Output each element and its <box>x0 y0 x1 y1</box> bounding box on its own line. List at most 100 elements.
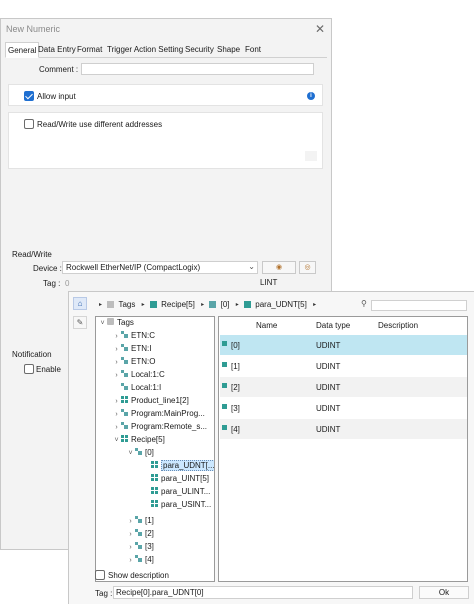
column-header-data-type[interactable]: Data type <box>316 321 350 330</box>
tag-value[interactable]: 0 <box>65 279 69 288</box>
rw-different-checkbox[interactable] <box>24 119 34 129</box>
tab-security[interactable]: Security <box>183 42 216 58</box>
chevron-right-icon[interactable]: › <box>112 396 121 408</box>
tree-node-recipe-4[interactable]: › [4] <box>126 554 154 566</box>
tab-data-entry[interactable]: Data Entry <box>36 42 78 58</box>
tree-node-label: [1] <box>145 516 154 525</box>
tab-trigger-action-setting[interactable]: Trigger Action Setting <box>105 42 185 58</box>
allow-input-label: Allow input <box>37 92 76 101</box>
chevron-right-icon[interactable]: › <box>126 529 135 541</box>
tree-node-tags[interactable]: ˅ Tags <box>98 317 133 330</box>
tree-node-label: Program:MainProg... <box>131 409 205 418</box>
tag-path-input[interactable]: Recipe[0].para_UDNT[0] <box>113 586 413 599</box>
tab-general[interactable]: General <box>5 42 40 58</box>
allow-input-checkbox[interactable] <box>24 91 34 101</box>
enable-checkbox[interactable] <box>24 364 34 374</box>
tree-node-label: [4] <box>145 555 154 564</box>
tree-node-program-remote[interactable]: › Program:Remote_s... <box>112 421 207 433</box>
show-description-label: Show description <box>108 571 169 580</box>
tree-node-label: Program:Remote_s... <box>131 422 208 431</box>
chevron-right-icon[interactable]: › <box>126 542 135 554</box>
breadcrumb-item[interactable]: para_UDNT[5] <box>255 300 307 309</box>
chevron-right-icon[interactable]: › <box>126 555 135 567</box>
tab-font[interactable]: Font <box>243 42 263 58</box>
chevron-right-icon[interactable]: › <box>112 422 121 434</box>
tree-node-label: ETN:C <box>131 331 155 340</box>
grid-icon <box>222 425 227 430</box>
tree-node-recipe-0[interactable]: ˅ [0] <box>126 447 153 460</box>
device-settings-button[interactable]: ◉ <box>262 261 296 274</box>
tree-node-recipe-1[interactable]: › [1] <box>126 515 154 527</box>
column-header-name[interactable]: Name <box>256 321 277 330</box>
grid-icon <box>151 461 158 469</box>
device-select[interactable]: Rockwell EtherNet/IP (CompactLogix) ⌄ <box>62 261 258 274</box>
close-icon[interactable]: ✕ <box>313 22 327 36</box>
breadcrumb: ▸ Tags ▸ Recipe[5] ▸ [0] ▸ para_UDNT[5] … <box>99 300 319 312</box>
device-browse-button[interactable]: ◎ <box>299 261 316 274</box>
grid-icon <box>121 396 128 404</box>
tree-node-label: ETN:O <box>131 357 156 366</box>
chevron-right-icon[interactable]: › <box>112 331 121 343</box>
chevron-down-icon[interactable]: ˅ <box>126 448 135 460</box>
folder-icon <box>107 318 114 326</box>
breadcrumb-arrow-icon: ▸ <box>201 302 205 309</box>
chevron-down-icon[interactable]: ˅ <box>112 435 121 447</box>
tree-node-etn-o[interactable]: › ETN:O <box>112 356 155 368</box>
rw-address-panel: Read/Write use different addresses <box>8 112 323 169</box>
row-data-type: UDINT <box>316 362 341 371</box>
tag-view-button[interactable]: ⌂ <box>73 297 87 310</box>
tree-node-para-usint[interactable]: para_USINT... <box>142 499 211 511</box>
tree-node-etn-c[interactable]: › ETN:C <box>112 330 155 342</box>
tree-node-para-udnt[interactable]: para_UDNT[... <box>142 460 214 472</box>
tab-format[interactable]: Format <box>75 42 104 58</box>
tab-shape[interactable]: Shape <box>215 42 242 58</box>
tree-node-para-ulint[interactable]: para_ULINT... <box>142 486 210 498</box>
table-row[interactable]: [0] UDINT <box>220 335 467 355</box>
edit-view-button[interactable]: ✎ <box>73 316 87 329</box>
tree-node-para-uint[interactable]: para_UINT[5] <box>142 473 209 485</box>
chevron-right-icon[interactable]: › <box>112 357 121 369</box>
chevron-right-icon[interactable]: › <box>126 516 135 528</box>
column-header-description[interactable]: Description <box>378 321 418 330</box>
tree-node-recipe-2[interactable]: › [2] <box>126 528 154 540</box>
search-input[interactable] <box>371 300 467 311</box>
ok-button[interactable]: Ok <box>419 586 469 599</box>
show-description-checkbox[interactable] <box>95 570 105 580</box>
tree-node-label: Local:1:I <box>131 383 162 392</box>
tree-node-label: ETN:I <box>131 344 152 353</box>
tag-icon <box>135 516 142 524</box>
table-row[interactable]: [4] UDINT <box>220 419 467 439</box>
breadcrumb-item[interactable]: Tags <box>118 300 135 309</box>
comment-label: Comment : <box>39 65 79 74</box>
chevron-right-icon[interactable]: › <box>112 409 121 421</box>
chevron-right-icon[interactable]: › <box>112 344 121 356</box>
grid-icon <box>151 474 158 482</box>
chevron-down-icon[interactable]: ˅ <box>98 318 107 330</box>
tree-node-label: Recipe[5] <box>131 435 165 444</box>
chevron-right-icon[interactable]: › <box>112 370 121 382</box>
row-name: [0] <box>231 341 240 350</box>
tag-icon <box>121 370 128 378</box>
comment-input[interactable] <box>81 63 314 75</box>
tag-grid: Name Data type Description [0] UDINT [1]… <box>218 316 468 582</box>
title-bar: New Numeric ✕ <box>1 19 331 39</box>
tree-node-local-1-c[interactable]: › Local:1:C <box>112 369 164 382</box>
chevron-down-icon: ⌄ <box>248 262 255 271</box>
row-name: [1] <box>231 362 240 371</box>
table-row[interactable]: [1] UDINT <box>220 356 467 376</box>
tree-node-program-main[interactable]: › Program:MainProg... <box>112 408 205 421</box>
tree-node-local-1-i[interactable]: Local:1:I <box>112 382 161 394</box>
info-icon[interactable]: i <box>307 92 315 100</box>
tag-label: Tag : <box>43 279 61 288</box>
row-data-type: UDINT <box>316 404 341 413</box>
tree-node-recipe-3[interactable]: › [3] <box>126 541 154 553</box>
tree-node-etn-i[interactable]: › ETN:I <box>112 343 151 355</box>
table-row[interactable]: [3] UDINT <box>220 398 467 418</box>
tag-icon <box>135 555 142 563</box>
tree-node-product-line1[interactable]: › Product_line1[2] <box>112 395 189 407</box>
tag-icon <box>121 344 128 352</box>
table-row[interactable]: [2] UDINT <box>220 377 467 397</box>
tree-node-recipe[interactable]: ˅ Recipe[5] <box>112 434 165 447</box>
breadcrumb-item[interactable]: Recipe[5] <box>161 300 195 309</box>
breadcrumb-item[interactable]: [0] <box>221 300 230 309</box>
